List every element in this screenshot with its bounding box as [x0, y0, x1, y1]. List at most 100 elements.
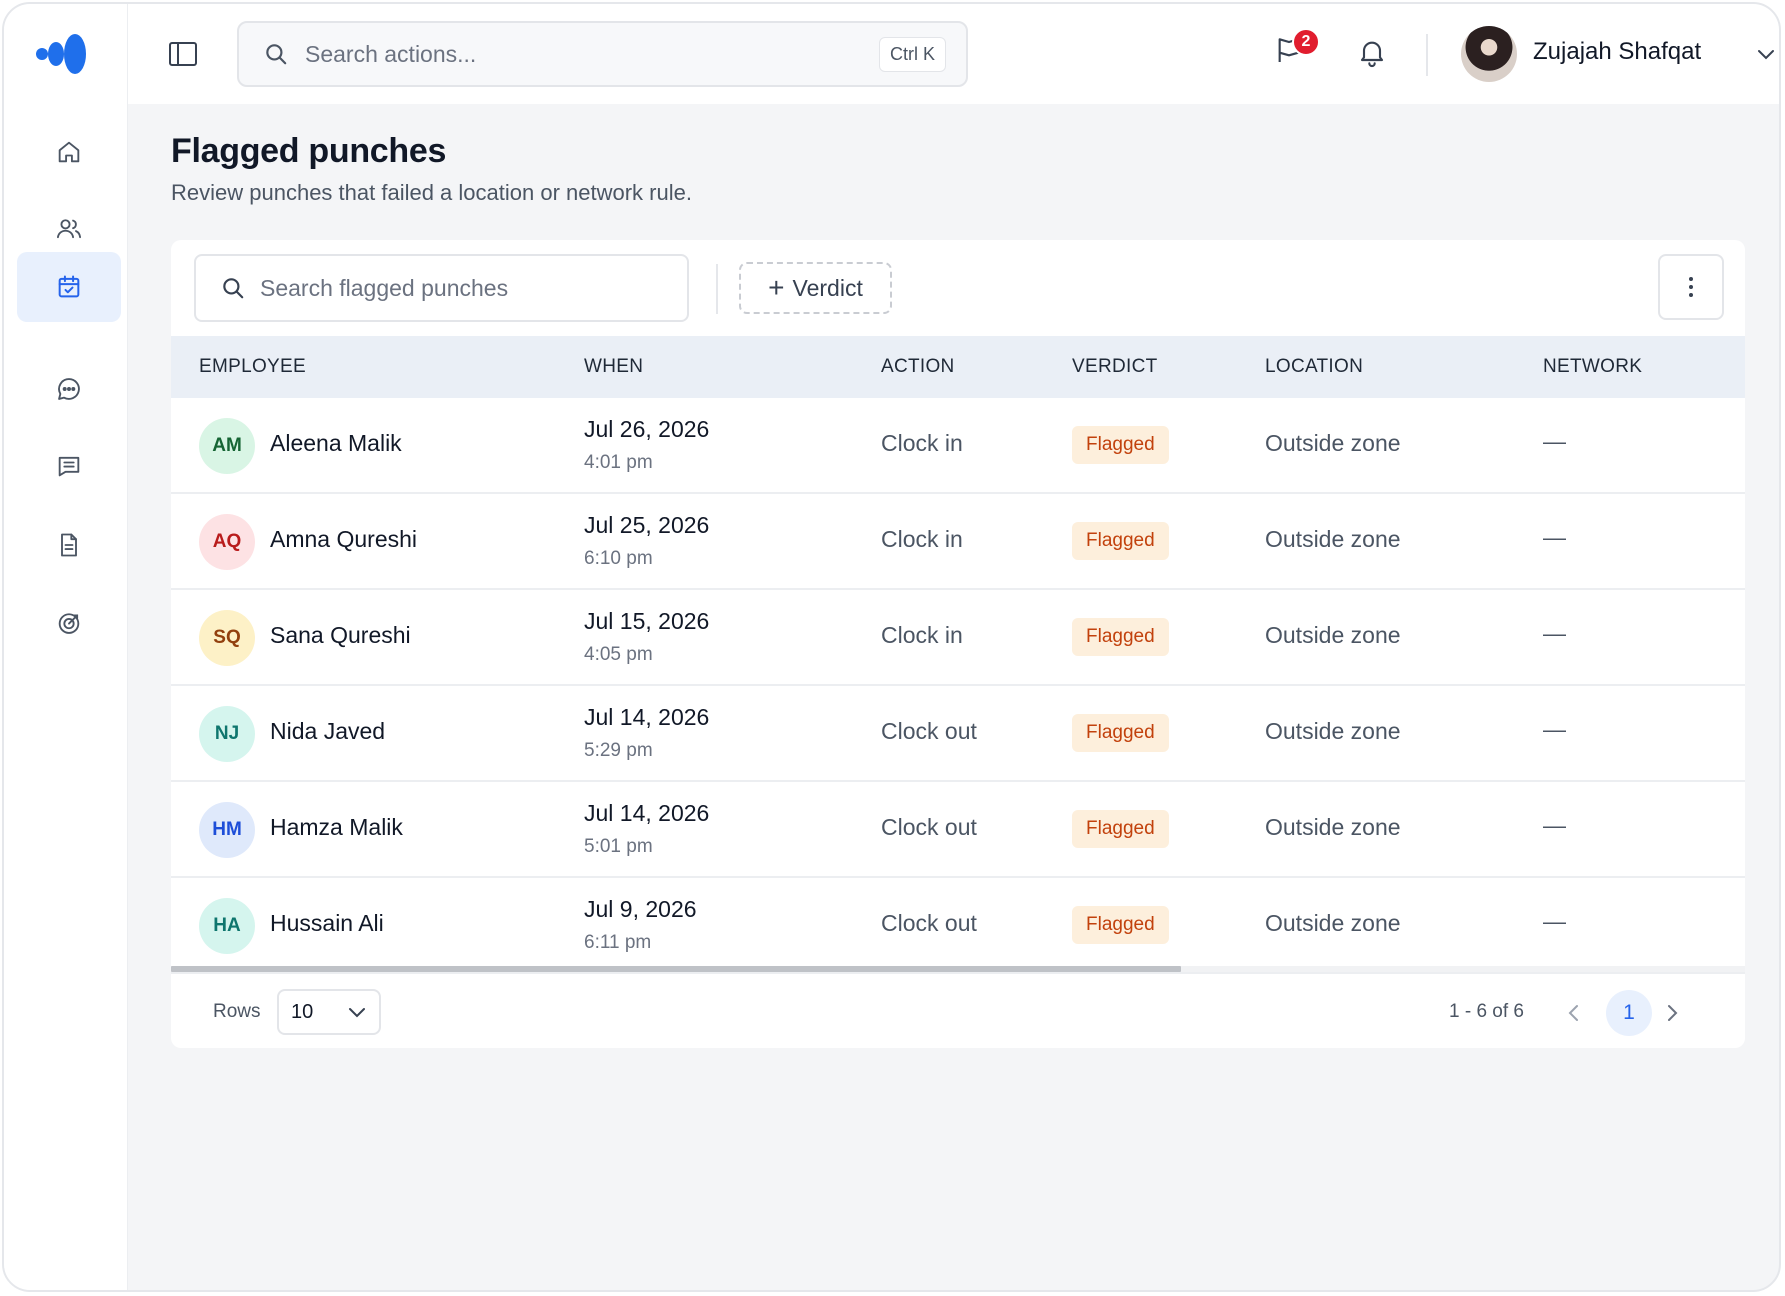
punch-action: Clock out [881, 718, 977, 744]
punch-time: 6:11 pm [584, 932, 652, 953]
column-header-employee[interactable]: EMPLOYEE [199, 356, 306, 378]
page-subtitle: Review punches that failed a location or… [171, 180, 692, 205]
users-icon [56, 219, 82, 239]
employee-avatar: HA [199, 898, 255, 954]
rows-per-page-label: Rows [213, 1001, 261, 1022]
punch-time: 6:10 pm [584, 548, 653, 569]
punch-date: Jul 14, 2026 [584, 800, 710, 826]
home-icon [58, 141, 80, 163]
sidebar-item-chat[interactable] [17, 354, 121, 424]
notifications-button[interactable] [1356, 36, 1390, 70]
chevron-down-icon[interactable] [1756, 46, 1776, 62]
employee-avatar: SQ [199, 610, 255, 666]
punch-date: Jul 25, 2026 [584, 512, 710, 538]
employee-name[interactable]: Sana Qureshi [270, 622, 411, 649]
sidebar-item-documents[interactable] [17, 510, 121, 580]
table-search[interactable] [194, 254, 689, 322]
sidebar-item-attendance[interactable] [17, 252, 121, 322]
sidebar-toggle-icon[interactable] [168, 40, 198, 68]
sidebar-item-messages[interactable] [17, 431, 121, 501]
punch-time: 5:01 pm [584, 836, 653, 857]
punch-action: Clock out [881, 910, 977, 936]
column-header-verdict[interactable]: VERDICT [1072, 356, 1158, 378]
employee-name[interactable]: Amna Qureshi [270, 526, 417, 553]
user-avatar[interactable] [1461, 26, 1517, 82]
employee-name[interactable]: Nida Javed [270, 718, 385, 745]
punch-date: Jul 15, 2026 [584, 608, 710, 634]
punch-location: Outside zone [1265, 718, 1401, 744]
punch-network: — [1543, 812, 1566, 838]
table-row[interactable]: SQ Sana Qureshi Jul 15, 2026 4:05 pm Clo… [171, 590, 1745, 686]
pagination-range: 1 - 6 of 6 [1449, 1001, 1524, 1022]
employee-avatar: AM [199, 418, 255, 474]
footer-divider [171, 972, 1745, 974]
sidebar-item-home[interactable] [17, 117, 121, 187]
employee-avatar: HM [199, 802, 255, 858]
employee-name[interactable]: Aleena Malik [270, 430, 402, 457]
punch-time: 4:05 pm [584, 644, 653, 665]
bell-icon [1360, 41, 1384, 67]
punch-date: Jul 26, 2026 [584, 416, 710, 442]
employee-name[interactable]: Hamza Malik [270, 814, 403, 841]
pagination-page-1[interactable]: 1 [1606, 990, 1652, 1036]
page-title: Flagged punches [171, 132, 447, 170]
punch-location: Outside zone [1265, 430, 1401, 456]
punch-time: 5:29 pm [584, 740, 653, 761]
search-icon [223, 278, 244, 299]
table-search-input[interactable] [260, 274, 663, 302]
punch-location: Outside zone [1265, 910, 1401, 936]
punch-action: Clock in [881, 430, 963, 456]
punch-location: Outside zone [1265, 814, 1401, 840]
punch-action: Clock out [881, 814, 977, 840]
message-list-icon [58, 456, 80, 477]
column-header-location[interactable]: LOCATION [1265, 356, 1363, 378]
verdict-badge: Flagged [1072, 618, 1169, 656]
flagged-punches-card: + Verdict EMPLOYEE WHEN ACTION VERDICT L… [171, 240, 1745, 1048]
chevron-down-icon [349, 1008, 365, 1018]
punch-network: — [1543, 908, 1566, 934]
verdict-filter-button[interactable]: + Verdict [739, 262, 892, 314]
punch-network: — [1543, 716, 1566, 742]
column-header-when[interactable]: WHEN [584, 356, 643, 378]
document-icon [61, 533, 77, 557]
table-row[interactable]: HA Hussain Ali Jul 9, 2026 6:11 pm Clock… [171, 878, 1745, 966]
column-header-action[interactable]: ACTION [881, 356, 955, 378]
verdict-badge: Flagged [1072, 906, 1169, 944]
punch-time: 4:01 pm [584, 452, 653, 473]
global-search-input[interactable] [305, 40, 879, 68]
employee-avatar: AQ [199, 514, 255, 570]
sidebar-item-goals[interactable] [17, 588, 121, 658]
verdict-filter-label: Verdict [792, 274, 863, 301]
table-row[interactable]: AM Aleena Malik Jul 26, 2026 4:01 pm Clo… [171, 398, 1745, 494]
verdict-badge: Flagged [1072, 426, 1169, 464]
calendar-check-icon [58, 275, 80, 298]
chevron-right-icon[interactable] [1662, 1002, 1682, 1024]
table-row[interactable]: HM Hamza Malik Jul 14, 2026 5:01 pm Cloc… [171, 782, 1745, 878]
brand-logo[interactable] [36, 32, 90, 76]
table-row[interactable]: NJ Nida Javed Jul 14, 2026 5:29 pm Clock… [171, 686, 1745, 782]
topbar-divider [1426, 34, 1428, 76]
user-name[interactable]: Zujajah Shafqat [1533, 38, 1701, 66]
punch-location: Outside zone [1265, 526, 1401, 552]
global-search[interactable]: Ctrl K [237, 21, 968, 87]
punch-network: — [1543, 428, 1566, 454]
table-row[interactable]: AQ Amna Qureshi Jul 25, 2026 6:10 pm Clo… [171, 494, 1745, 590]
rows-per-page-select[interactable]: 10 [277, 989, 381, 1035]
punch-date: Jul 14, 2026 [584, 704, 710, 730]
punch-location: Outside zone [1265, 622, 1401, 648]
punch-network: — [1543, 524, 1566, 550]
chevron-left-icon[interactable] [1564, 1002, 1584, 1024]
employee-avatar: NJ [199, 706, 255, 762]
target-icon [58, 613, 80, 634]
sidebar [4, 4, 128, 1290]
table-header: EMPLOYEE WHEN ACTION VERDICT LOCATION NE… [171, 336, 1745, 398]
punch-action: Clock in [881, 622, 963, 648]
more-options-button[interactable] [1658, 254, 1724, 320]
punch-network: — [1543, 620, 1566, 646]
column-header-network[interactable]: NETWORK [1543, 356, 1642, 378]
app-window: Ctrl K 2 Zujajah Shafqat Flagged punches… [2, 2, 1781, 1292]
verdict-badge: Flagged [1072, 522, 1169, 560]
chat-icon [58, 378, 80, 400]
search-icon [266, 44, 287, 65]
employee-name[interactable]: Hussain Ali [270, 910, 384, 937]
